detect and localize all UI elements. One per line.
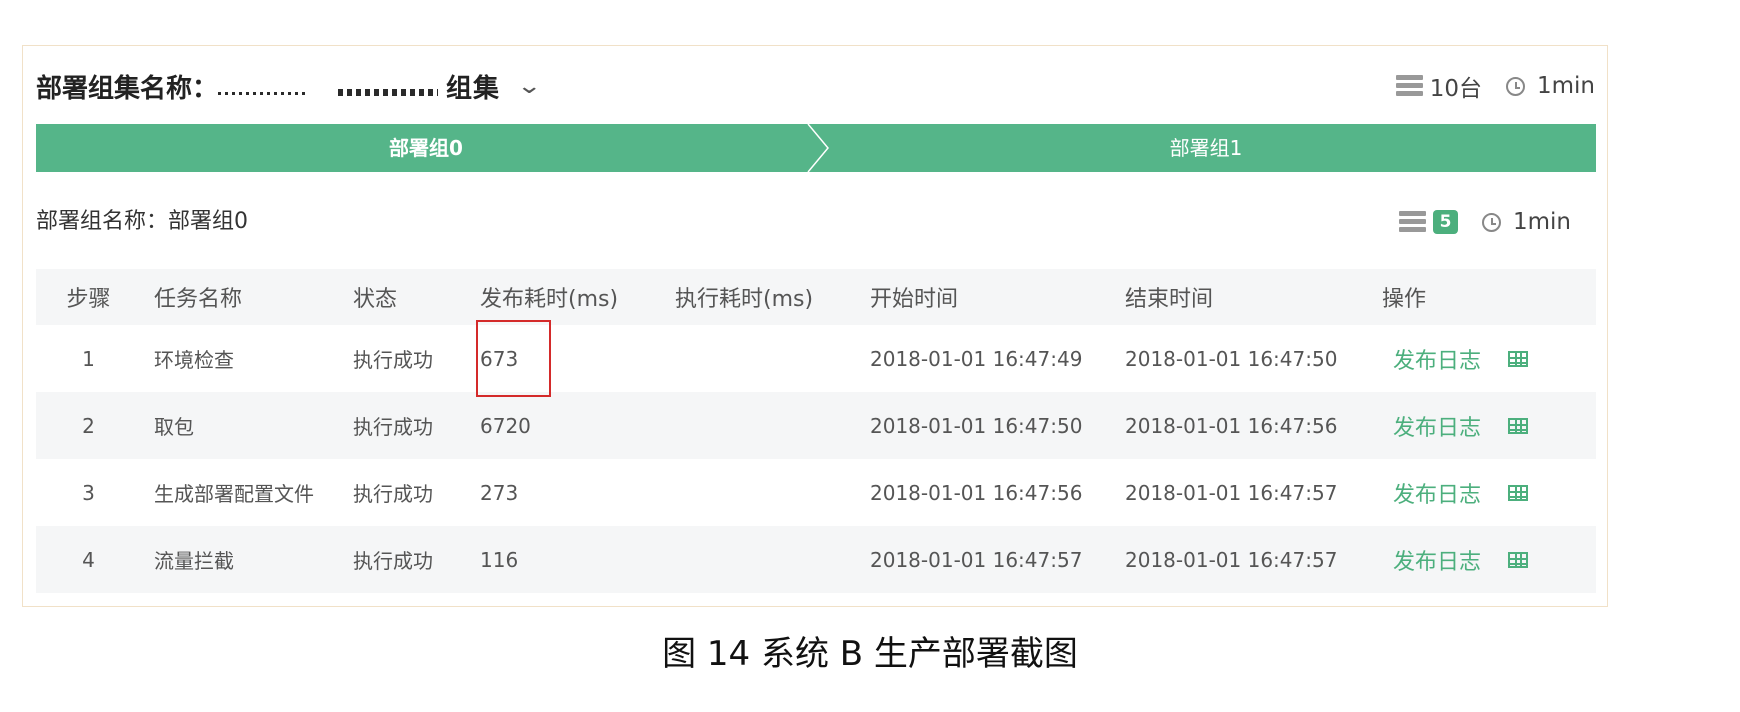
end-time-cell: 2018-01-01 16:47:56 (1125, 413, 1338, 438)
publish-time-cell: 6720 (480, 413, 531, 438)
server-icon (1398, 211, 1426, 233)
publish-time-cell: 273 (480, 480, 519, 505)
status-cell: 执行成功 (353, 482, 433, 506)
deploy-group-name: 部署组名称：部署组0 (36, 209, 248, 234)
column-header: 状态 (353, 287, 398, 312)
end-time-cell: 2018-01-01 16:47:50 (1125, 346, 1338, 371)
table-header: 步骤 任务名称 状态 发布耗时(ms) 执行耗时(ms) 开始时间 结束时间 操… (36, 269, 1596, 325)
deploy-group-duration: 1min (1512, 209, 1571, 235)
server-count-badge: 5 (1432, 210, 1458, 234)
publish-log-link[interactable]: 发布日志 (1393, 544, 1481, 576)
start-time-cell: 2018-01-01 16:47:57 (870, 547, 1083, 572)
deploy-group-meta: 5 1min (1398, 204, 1571, 240)
table-icon[interactable] (1508, 350, 1529, 367)
group-set-name-suffix: 组集 (446, 73, 501, 104)
status-cell: 执行成功 (353, 415, 433, 439)
action-cell: 发布日志 (1382, 477, 1596, 509)
step-deploy-group-0[interactable]: 部署组0 (36, 124, 816, 172)
task-name-cell: 生成部署配置文件 (154, 482, 314, 506)
group-set-label: 部署组集名称： (36, 73, 219, 104)
end-time-cell: 2018-01-01 16:47:57 (1125, 547, 1338, 572)
task-table: 步骤 任务名称 状态 发布耗时(ms) 执行耗时(ms) 开始时间 结束时间 操… (36, 269, 1596, 593)
column-header: 步骤 (66, 287, 111, 312)
server-count: 10台 (1429, 76, 1482, 102)
server-icon (1395, 75, 1423, 97)
column-header: 结束时间 (1125, 287, 1214, 312)
table-icon[interactable] (1508, 417, 1529, 434)
column-header: 开始时间 (870, 287, 959, 312)
group-set-header[interactable]: 部署组集名称： 组集 ⌄ (36, 68, 542, 104)
table-icon[interactable] (1508, 484, 1529, 501)
group-set-duration: 1min (1536, 73, 1595, 99)
table-row: 2 取包 执行成功 6720 2018-01-01 16:47:50 2018-… (36, 392, 1596, 459)
group-set-meta: 10台 1min (1395, 68, 1595, 104)
table-icon[interactable] (1508, 551, 1529, 568)
publish-log-link[interactable]: 发布日志 (1393, 477, 1481, 509)
action-cell: 发布日志 (1382, 343, 1596, 375)
status-cell: 执行成功 (353, 549, 433, 573)
clock-icon (1505, 76, 1525, 96)
publish-log-link[interactable]: 发布日志 (1393, 343, 1481, 375)
publish-time-cell: 116 (480, 547, 519, 572)
publish-log-link[interactable]: 发布日志 (1393, 410, 1481, 442)
clock-icon (1481, 212, 1501, 232)
deploy-panel: 部署组集名称： 组集 ⌄ 10台 1min 部署组0 部署组1 部署组名称：部署… (22, 45, 1608, 607)
table-row: 3 生成部署配置文件 执行成功 273 2018-01-01 16:47:56 … (36, 459, 1596, 526)
column-header: 任务名称 (154, 287, 243, 312)
step-cell: 1 (82, 346, 95, 371)
table-row: 1 环境检查 执行成功 673 2018-01-01 16:47:49 2018… (36, 325, 1596, 392)
task-name-cell: 取包 (154, 415, 194, 439)
step-cell: 4 (82, 547, 95, 572)
table-row: 4 流量拦截 执行成功 116 2018-01-01 16:47:57 2018… (36, 526, 1596, 593)
column-header: 操作 (1382, 287, 1427, 312)
start-time-cell: 2018-01-01 16:47:50 (870, 413, 1083, 438)
step-deploy-group-1[interactable]: 部署组1 (816, 124, 1596, 172)
redacted-group-set-name (218, 73, 447, 99)
figure-caption: 图 14 系统 B 生产部署截图 (662, 634, 1078, 674)
status-cell: 执行成功 (353, 348, 433, 372)
step-cell: 2 (82, 413, 95, 438)
deploy-group-steps: 部署组0 部署组1 (36, 124, 1596, 172)
highlight-box (476, 320, 551, 397)
column-header: 发布耗时(ms) (480, 287, 619, 312)
task-name-cell: 环境检查 (154, 348, 234, 372)
end-time-cell: 2018-01-01 16:47:57 (1125, 480, 1338, 505)
start-time-cell: 2018-01-01 16:47:49 (870, 346, 1083, 371)
chevron-down-icon[interactable]: ⌄ (516, 74, 542, 99)
column-header: 执行耗时(ms) (675, 287, 814, 312)
action-cell: 发布日志 (1382, 410, 1596, 442)
action-cell: 发布日志 (1382, 544, 1596, 576)
task-name-cell: 流量拦截 (154, 549, 234, 573)
start-time-cell: 2018-01-01 16:47:56 (870, 480, 1083, 505)
step-cell: 3 (82, 480, 95, 505)
